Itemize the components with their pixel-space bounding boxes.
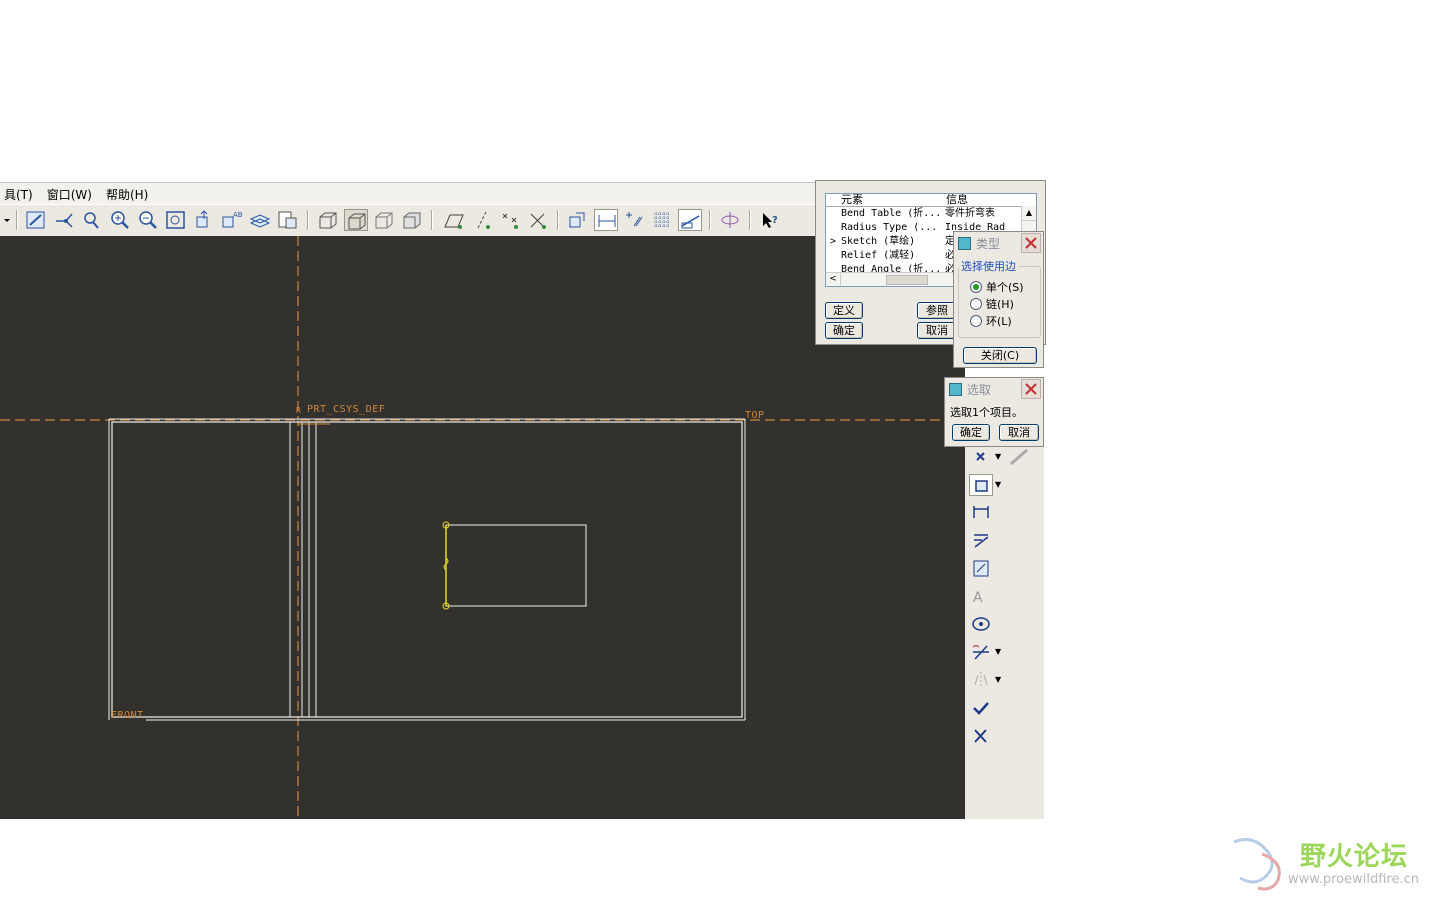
- svg-text:A: A: [973, 590, 983, 606]
- sketch-icon[interactable]: [24, 209, 48, 231]
- analysis-icon[interactable]: [80, 209, 104, 231]
- svg-text:AB: AB: [233, 211, 243, 219]
- orient-icon[interactable]: [192, 209, 216, 231]
- menu-tools[interactable]: 具(T): [4, 186, 33, 203]
- select-cancel-button[interactable]: 取消: [999, 424, 1039, 441]
- link-icon[interactable]: [1007, 446, 1031, 468]
- accept-icon[interactable]: [969, 697, 993, 719]
- radio-single[interactable]: 单个(S): [970, 279, 1024, 295]
- type-dialog-titlebar[interactable]: 类型: [954, 232, 1043, 254]
- mirror-icon[interactable]: [969, 669, 993, 691]
- type-dialog: 类型 选择使用边 单个(S) 链(H) 环(L) 关闭(C): [953, 231, 1044, 368]
- watermark: 野火论坛 www.proewildfire.cn: [1228, 832, 1433, 892]
- csys-toggle-icon[interactable]: [526, 209, 550, 231]
- datum-point-icon[interactable]: [52, 209, 76, 231]
- select-dialog: 选取 选取1个项目。 确定 取消: [944, 377, 1044, 447]
- csys-label[interactable]: PRT_CSYS_DEF: [307, 404, 385, 415]
- part-outline: [111, 421, 743, 718]
- watermark-logo-icon: [1233, 838, 1281, 891]
- spin-center-icon[interactable]: [718, 209, 742, 231]
- select-dialog-title: 选取: [967, 383, 992, 397]
- radio-chain[interactable]: 链(H): [970, 296, 1014, 312]
- sketch-rectangle: [445, 524, 587, 607]
- delete-icon[interactable]: [969, 446, 993, 468]
- trim-icon[interactable]: [969, 641, 993, 663]
- shaded-icon[interactable]: [400, 209, 424, 231]
- define-button[interactable]: 定义: [825, 302, 863, 319]
- toolbar-dropdown-icon[interactable]: [0, 209, 10, 231]
- select-message: 选取1个项目。: [950, 406, 1023, 419]
- element-column-header: 元素: [841, 193, 863, 206]
- named-view-icon[interactable]: AB: [220, 209, 244, 231]
- dialog-icon: [958, 237, 971, 250]
- zoom-in-icon[interactable]: [108, 209, 132, 231]
- radio-loop[interactable]: 环(L): [970, 313, 1012, 329]
- close-icon[interactable]: [1021, 233, 1041, 253]
- rectangle-icon[interactable]: [969, 474, 993, 496]
- datum-plane-toggle-icon[interactable]: [442, 209, 466, 231]
- svg-text:?: ?: [772, 215, 778, 226]
- menu-bar: 具(T) 窗口(W) 帮助(H): [0, 182, 815, 205]
- watermark-url: www.proewildfire.cn: [1288, 872, 1419, 887]
- zoom-out-icon[interactable]: [136, 209, 160, 231]
- close-icon[interactable]: [1021, 379, 1041, 399]
- dropdown-arrow-icon[interactable]: ▼: [995, 480, 1001, 489]
- point-toggle-icon[interactable]: [498, 209, 522, 231]
- group-label: 选择使用边: [961, 260, 1016, 273]
- palette-icon[interactable]: [969, 613, 993, 635]
- cancel-icon[interactable]: [969, 725, 993, 747]
- menu-help[interactable]: 帮助(H): [106, 186, 148, 203]
- dialog-icon: [949, 383, 962, 396]
- constrain-icon[interactable]: [969, 529, 993, 551]
- menu-window[interactable]: 窗口(W): [47, 186, 92, 203]
- top-plane-label[interactable]: TOP: [745, 410, 765, 421]
- datum-axis-toggle-icon[interactable]: [470, 209, 494, 231]
- type-dialog-title: 类型: [976, 237, 1001, 251]
- refs-button[interactable]: 参照: [917, 302, 957, 319]
- text-icon[interactable]: A: [969, 585, 993, 607]
- view-manager-icon[interactable]: [276, 209, 300, 231]
- cancel-button[interactable]: 取消: [917, 322, 957, 339]
- list-item[interactable]: Bend Table (折... 零件折弯表: [826, 207, 1022, 221]
- whats-this-icon[interactable]: ?: [758, 209, 782, 231]
- grid-icon[interactable]: [650, 209, 674, 231]
- sketcher-toolbar: ▼ ▼ A ▼ ▼: [965, 446, 1044, 819]
- ok-button[interactable]: 确定: [825, 322, 863, 339]
- dimension-icon[interactable]: [594, 209, 618, 231]
- select-ok-button[interactable]: 确定: [952, 424, 990, 441]
- normal-dimension-icon[interactable]: [969, 501, 993, 523]
- dropdown-arrow-icon[interactable]: ▼: [995, 675, 1001, 684]
- layer-icon[interactable]: [248, 209, 272, 231]
- no-hidden-icon[interactable]: [372, 209, 396, 231]
- info-column-header: 信息: [946, 193, 968, 206]
- main-toolbar: AB ?: [0, 204, 815, 237]
- dropdown-arrow-icon[interactable]: ▼: [995, 647, 1001, 656]
- csys-prefix-label: R: [296, 406, 302, 415]
- watermark-title: 野火论坛: [1300, 842, 1409, 872]
- dropdown-arrow-icon[interactable]: ▼: [995, 452, 1001, 461]
- close-button[interactable]: 关闭(C): [963, 347, 1037, 364]
- sketch-reference-icon[interactable]: [566, 209, 590, 231]
- hidden-line-icon[interactable]: [344, 209, 368, 231]
- modify-icon[interactable]: [969, 557, 993, 579]
- refit-icon[interactable]: [164, 209, 188, 231]
- select-dialog-titlebar[interactable]: 选取: [945, 378, 1043, 400]
- front-plane-label[interactable]: FRONT: [111, 710, 144, 721]
- constraint-icon[interactable]: [622, 209, 646, 231]
- wireframe-icon[interactable]: [316, 209, 340, 231]
- sketch-view-icon[interactable]: [678, 209, 702, 231]
